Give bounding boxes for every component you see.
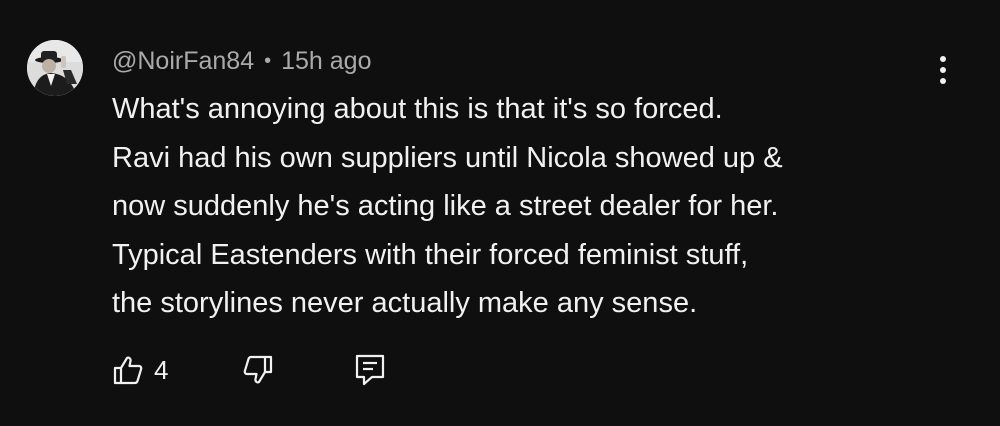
author-handle[interactable]: @NoirFan84 [112, 47, 254, 76]
comment-text-line: Typical Eastenders with their forced fem… [112, 238, 749, 271]
comment-card: @NoirFan84 • 15h ago What's annoying abo… [0, 0, 1000, 426]
comment-text-line: Ravi had his own suppliers until Nicola … [112, 141, 783, 174]
thumbs-down-icon [243, 355, 273, 384]
dislike-button[interactable] [242, 354, 354, 386]
comment-text: What's annoying about this is that it's … [112, 85, 952, 328]
like-button[interactable]: 4 [112, 354, 212, 386]
reply-button[interactable] [354, 353, 386, 387]
comment-actions: 4 [112, 348, 386, 392]
more-vertical-icon [940, 56, 946, 84]
comment-text-line: now suddenly he's acting like a street d… [112, 190, 779, 222]
comment-meta: @NoirFan84 • 15h ago [112, 44, 372, 78]
timestamp[interactable]: 15h ago [281, 47, 371, 76]
like-count: 4 [154, 354, 169, 385]
comment-text-line: What's annoying about this is that it's … [112, 93, 723, 125]
thumbs-up-icon [113, 356, 143, 385]
meta-separator: • [264, 49, 272, 72]
reply-comment-icon [355, 354, 385, 386]
avatar-image [27, 40, 83, 96]
avatar[interactable] [27, 40, 83, 96]
comment-text-line: the storylines never actually make any s… [112, 287, 698, 319]
